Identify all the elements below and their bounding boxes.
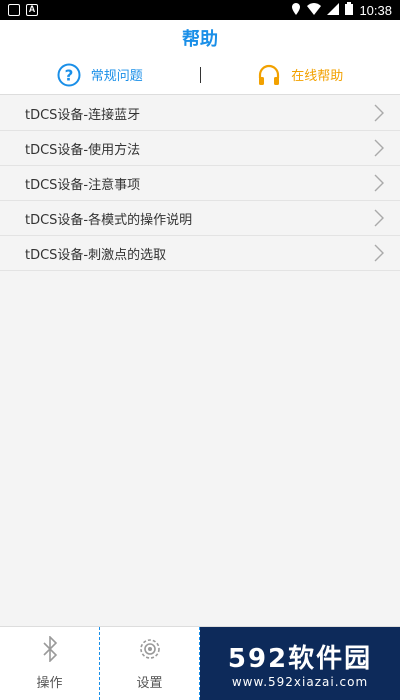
list-item-label: tDCS设备-各模式的操作说明 bbox=[25, 212, 193, 228]
help-list: tDCS设备-连接蓝牙 tDCS设备-使用方法 tDCS设备-注意事项 tDCS… bbox=[0, 96, 400, 271]
status-right: 10:38 bbox=[291, 2, 392, 18]
bottom-nav: 操作 设置 592软件园 www.592xiazai.com bbox=[0, 626, 400, 700]
app-notification-icon: A bbox=[26, 4, 38, 16]
list-item-label: tDCS设备-刺激点的选取 bbox=[25, 247, 167, 263]
headphones-icon bbox=[257, 64, 281, 86]
bottom-nav-settings[interactable]: 设置 bbox=[100, 627, 200, 700]
tab-online-help[interactable]: 在线帮助 bbox=[201, 55, 400, 94]
wifi-icon bbox=[307, 2, 322, 18]
status-left: A bbox=[8, 4, 38, 16]
battery-icon bbox=[345, 2, 354, 18]
chevron-right-icon bbox=[374, 104, 384, 122]
svg-text:?: ? bbox=[64, 66, 73, 84]
watermark-brand: 592软件园 bbox=[227, 644, 373, 674]
bottom-nav-settings-label: 设置 bbox=[136, 676, 163, 691]
tab-faq[interactable]: ? 常规问题 bbox=[0, 55, 200, 94]
list-item[interactable]: tDCS设备-连接蓝牙 bbox=[0, 96, 400, 131]
help-tabs: ? 常规问题 在线帮助 bbox=[0, 55, 400, 95]
chevron-right-icon bbox=[374, 139, 384, 157]
status-time: 10:38 bbox=[359, 2, 392, 18]
list-item[interactable]: tDCS设备-刺激点的选取 bbox=[0, 236, 400, 271]
tab-online-help-label: 在线帮助 bbox=[291, 69, 344, 84]
chevron-right-icon bbox=[374, 174, 384, 192]
list-item[interactable]: tDCS设备-各模式的操作说明 bbox=[0, 201, 400, 236]
list-item[interactable]: tDCS设备-注意事项 bbox=[0, 166, 400, 201]
list-item-label: tDCS设备-使用方法 bbox=[25, 142, 141, 158]
chevron-right-icon bbox=[374, 209, 384, 227]
signal-icon bbox=[327, 2, 340, 18]
chevron-right-icon bbox=[374, 244, 384, 262]
question-icon: ? bbox=[57, 63, 81, 87]
page-title: 帮助 bbox=[182, 28, 218, 50]
page-header: 帮助 bbox=[0, 20, 400, 55]
list-item[interactable]: tDCS设备-使用方法 bbox=[0, 131, 400, 166]
tab-faq-label: 常规问题 bbox=[90, 69, 143, 84]
status-bar: A 10:38 bbox=[0, 0, 400, 20]
watermark-url: www.592xiazai.com bbox=[231, 675, 369, 689]
bottom-nav-operate-label: 操作 bbox=[36, 676, 63, 691]
list-item-label: tDCS设备-连接蓝牙 bbox=[25, 107, 141, 123]
notification-icon bbox=[8, 4, 20, 16]
bottom-nav-operate[interactable]: 操作 bbox=[0, 627, 100, 700]
location-icon bbox=[291, 2, 301, 18]
watermark: 592软件园 www.592xiazai.com bbox=[200, 627, 400, 700]
list-item-label: tDCS设备-注意事项 bbox=[25, 177, 141, 193]
bluetooth-icon bbox=[42, 635, 58, 666]
gear-icon bbox=[137, 636, 163, 666]
